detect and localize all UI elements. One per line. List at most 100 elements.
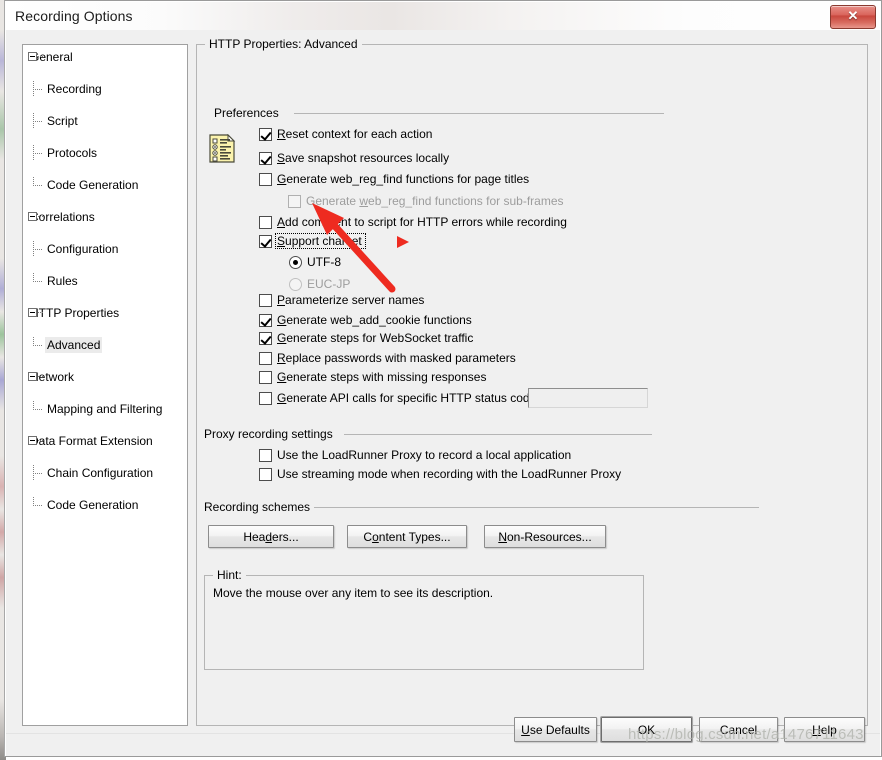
tree-item-mapping-and-filtering[interactable]: Mapping and Filtering	[23, 401, 187, 417]
tree-expander-icon[interactable]	[28, 436, 37, 445]
tree-item-advanced[interactable]: Advanced	[23, 337, 187, 353]
section-rule	[344, 434, 652, 435]
radio-label: EUC-JP	[307, 277, 351, 291]
tree-item-code-generation[interactable]: Code Generation	[23, 177, 187, 193]
help-button[interactable]: Help	[784, 717, 865, 742]
checkbox-label: Parameterize server names	[277, 293, 425, 307]
checkbox-label: Generate steps with missing responses	[277, 370, 487, 384]
tree-expander-icon[interactable]	[28, 52, 37, 61]
button-label: OK	[637, 723, 656, 737]
button-label: Content Types...	[363, 530, 451, 544]
tree-expander-icon[interactable]	[28, 372, 37, 381]
tree-item-correlations[interactable]: Correlations	[23, 209, 187, 225]
proxy-recording-section: Proxy recording settings	[204, 427, 654, 441]
tree-item-code-generation[interactable]: Code Generation	[23, 497, 187, 513]
tree-connector	[38, 376, 44, 377]
checkbox-label: Save snapshot resources locally	[277, 151, 450, 165]
tree-item-network[interactable]: Network	[23, 369, 187, 385]
button-label: Use Defaults	[521, 723, 590, 737]
tree-item-script[interactable]: Script	[23, 113, 187, 129]
checkbox-indicator[interactable]	[259, 314, 272, 327]
button-label: Help	[812, 723, 837, 737]
tree-item-label: HTTP Properties	[30, 306, 120, 320]
options-document-icon	[209, 134, 236, 163]
hint-group: Hint: Move the mouse over any item to se…	[204, 568, 644, 670]
cancel-button[interactable]: Cancel	[699, 717, 778, 742]
section-rule	[294, 113, 664, 114]
tree-connector	[38, 216, 44, 217]
checkbox-label: Replace passwords with masked parameters	[277, 351, 516, 365]
checkbox-label: Generate web_reg_find functions for sub-…	[306, 194, 564, 208]
tree-item-label: Code Generation	[47, 178, 139, 192]
tree-expander-icon[interactable]	[28, 212, 37, 221]
tree-item-label: Advanced	[45, 337, 103, 353]
checkbox-indicator[interactable]	[259, 294, 272, 307]
use-defaults-button[interactable]: Use Defaults	[514, 717, 597, 742]
tree-connector	[33, 281, 43, 282]
checkbox-indicator	[288, 195, 301, 208]
close-icon: ✕	[847, 8, 859, 23]
tree-connector	[33, 185, 43, 186]
headers-button[interactable]: Headers...	[208, 525, 334, 548]
tree-connector	[38, 56, 44, 57]
checkbox-indicator[interactable]	[259, 371, 272, 384]
tree-item-configuration[interactable]: Configuration	[23, 241, 187, 257]
hint-title: Hint:	[213, 568, 246, 582]
button-label: Headers...	[243, 530, 299, 544]
tree-connector	[33, 497, 34, 505]
tree-item-label: Protocols	[47, 146, 98, 160]
tree-item-recording[interactable]: Recording	[23, 81, 187, 97]
checkbox-indicator[interactable]	[259, 235, 272, 248]
checkbox-indicator[interactable]	[259, 449, 272, 462]
tree-connector	[33, 473, 43, 474]
checkbox-label: Generate steps for WebSocket traffic	[277, 331, 474, 345]
radio-indicator	[289, 278, 302, 291]
tree-item-http-properties[interactable]: HTTP Properties	[23, 305, 187, 321]
tree-connector	[33, 177, 34, 185]
checkbox-indicator[interactable]	[259, 352, 272, 365]
checkbox-label: Generate web_reg_find functions for page…	[277, 172, 530, 186]
non-resources-button[interactable]: Non-Resources...	[484, 525, 606, 548]
tree-item-rules[interactable]: Rules	[23, 273, 187, 289]
checkbox-indicator[interactable]	[259, 332, 272, 345]
tree-item-chain-configuration[interactable]: Chain Configuration	[23, 465, 187, 481]
tree-connector	[33, 345, 43, 346]
tree-item-label: Chain Configuration	[47, 466, 154, 480]
checkbox-indicator[interactable]	[259, 468, 272, 481]
tree-connector	[33, 121, 43, 122]
preferences-section-label: Preferences	[214, 106, 279, 120]
dialog-client-area: General Recording Script Protocols Code Gene…	[6, 30, 880, 756]
tree-connector	[38, 440, 44, 441]
button-label: Non-Resources...	[498, 530, 592, 544]
checkbox-label: Generate web_add_cookie functions	[277, 313, 472, 327]
recording-schemes-section: Recording schemes	[204, 500, 759, 514]
tree-item-protocols[interactable]: Protocols	[23, 145, 187, 161]
tree-item-data-format-extension[interactable]: Data Format Extension	[23, 433, 187, 449]
tree-item-label: Recording	[47, 82, 102, 96]
tree-connector	[33, 401, 34, 409]
section-rule	[314, 507, 759, 508]
title-bar: Recording Options ✕	[6, 2, 880, 31]
close-button[interactable]: ✕	[830, 5, 876, 29]
tree-connector	[33, 337, 34, 345]
tree-expander-icon[interactable]	[28, 308, 37, 317]
tree-item-label: Rules	[47, 274, 78, 288]
checkbox-indicator[interactable]	[259, 392, 272, 405]
content-types-button[interactable]: Content Types...	[347, 525, 467, 548]
tree-item-label: Correlations	[30, 210, 95, 224]
checkbox-indicator[interactable]	[259, 152, 272, 165]
http-status-codes-input[interactable]	[528, 388, 648, 408]
ok-button[interactable]: OK	[601, 717, 692, 742]
tree-item-general[interactable]: General	[23, 49, 187, 65]
checkbox-indicator[interactable]	[259, 173, 272, 186]
tree-item-label: Script	[47, 114, 78, 128]
checkbox-indicator[interactable]	[259, 128, 272, 141]
tree-item-label: Data Format Extension	[30, 434, 153, 448]
tree-connector	[33, 273, 34, 281]
checkbox-indicator[interactable]	[259, 216, 272, 229]
tree-connector	[33, 89, 43, 90]
navigation-tree[interactable]: General Recording Script Protocols Code Gene…	[22, 44, 188, 726]
tree-item-label: Code Generation	[47, 498, 139, 512]
tree-connector	[33, 153, 43, 154]
radio-indicator[interactable]	[289, 256, 302, 269]
